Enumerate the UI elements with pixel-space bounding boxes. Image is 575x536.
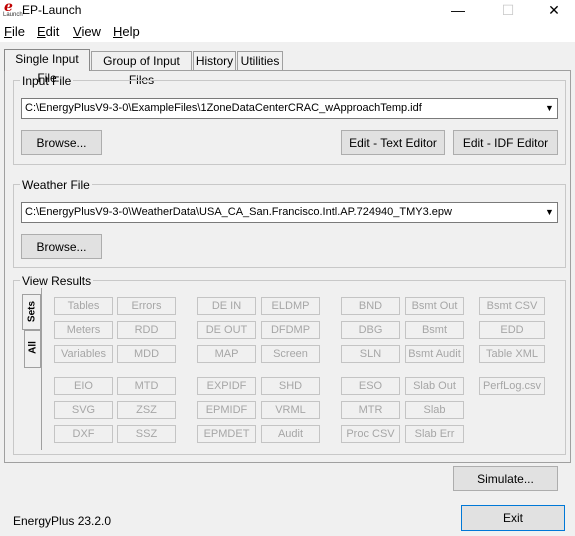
mtd-button[interactable]: MTD: [117, 377, 176, 395]
expidf-button[interactable]: EXPIDF: [197, 377, 256, 395]
tab-single-input-file[interactable]: Single Input File: [4, 49, 90, 85]
epmidf-button[interactable]: EPMIDF: [197, 401, 256, 419]
tab-utilities[interactable]: Utilities: [237, 51, 283, 70]
edit-text-editor-button[interactable]: Edit - Text Editor: [341, 130, 445, 155]
input-file-path: C:\EnergyPlusV9-3-0\ExampleFiles\1ZoneDa…: [25, 102, 422, 114]
bsmt-csv-button[interactable]: Bsmt CSV: [479, 297, 545, 315]
slab-button[interactable]: Slab: [405, 401, 464, 419]
bsmt-audit-button[interactable]: Bsmt Audit: [405, 345, 464, 363]
input-file-combo[interactable]: C:\EnergyPlusV9-3-0\ExampleFiles\1ZoneDa…: [21, 98, 558, 119]
de-out-button[interactable]: DE OUT: [197, 321, 256, 339]
window-title: EP-Launch: [22, 3, 82, 17]
eldmp-button[interactable]: ELDMP: [261, 297, 320, 315]
exit-button[interactable]: Exit: [461, 505, 565, 531]
bsmt-button[interactable]: Bsmt: [405, 321, 464, 339]
slab-err-button[interactable]: Slab Err: [405, 425, 464, 443]
maximize-icon: ☐: [501, 2, 515, 18]
ssz-button[interactable]: SSZ: [117, 425, 176, 443]
table-xml-button[interactable]: Table XML: [479, 345, 545, 363]
simulate-button[interactable]: Simulate...: [453, 466, 558, 491]
map-button[interactable]: MAP: [197, 345, 256, 363]
edd-button[interactable]: EDD: [479, 321, 545, 339]
screen-button[interactable]: Screen: [261, 345, 320, 363]
menu-help[interactable]: Help: [113, 24, 140, 39]
tab-history[interactable]: History: [193, 51, 236, 70]
bsmt-out-button[interactable]: Bsmt Out: [405, 297, 464, 315]
dbg-button[interactable]: DBG: [341, 321, 400, 339]
rdd-button[interactable]: RDD: [117, 321, 176, 339]
variables-button[interactable]: Variables: [54, 345, 113, 363]
dxf-button[interactable]: DXF: [54, 425, 113, 443]
proc-csv-button[interactable]: Proc CSV: [341, 425, 400, 443]
version-label: EnergyPlus 23.2.0: [13, 514, 112, 528]
de-in-button[interactable]: DE IN: [197, 297, 256, 315]
errors-button[interactable]: Errors: [117, 297, 176, 315]
close-icon[interactable]: ✕: [531, 0, 575, 22]
menu-view[interactable]: View: [73, 24, 101, 39]
perflog-csv-button[interactable]: PerfLog.csv: [479, 377, 545, 395]
side-tab-all[interactable]: All: [24, 330, 41, 368]
tables-button[interactable]: Tables: [54, 297, 113, 315]
slab-out-button[interactable]: Slab Out: [405, 377, 464, 395]
ep-launch-app-icon: e Launch: [3, 0, 23, 18]
chevron-down-icon[interactable]: ▼: [542, 203, 557, 222]
meters-button[interactable]: Meters: [54, 321, 113, 339]
weather-file-title: Weather File: [20, 178, 92, 192]
menu-file[interactable]: File: [4, 24, 25, 39]
mdd-button[interactable]: MDD: [117, 345, 176, 363]
mtr-button[interactable]: MTR: [341, 401, 400, 419]
side-tab-divider: [41, 288, 42, 450]
weather-file-path: C:\EnergyPlusV9-3-0\WeatherData\USA_CA_S…: [25, 206, 452, 218]
side-tab-sets[interactable]: Sets: [22, 294, 41, 330]
edit-idf-editor-button[interactable]: Edit - IDF Editor: [453, 130, 558, 155]
tab-group-of-input-files[interactable]: Group of Input Files: [91, 51, 192, 87]
vrml-button[interactable]: VRML: [261, 401, 320, 419]
eio-button[interactable]: EIO: [54, 377, 113, 395]
minimize-icon[interactable]: —: [435, 0, 481, 22]
svg-button[interactable]: SVG: [54, 401, 113, 419]
eso-button[interactable]: ESO: [341, 377, 400, 395]
dfdmp-button[interactable]: DFDMP: [261, 321, 320, 339]
weather-browse-button[interactable]: Browse...: [21, 234, 102, 259]
input-browse-button[interactable]: Browse...: [21, 130, 102, 155]
weather-file-combo[interactable]: C:\EnergyPlusV9-3-0\WeatherData\USA_CA_S…: [21, 202, 558, 223]
audit-button[interactable]: Audit: [261, 425, 320, 443]
zsz-button[interactable]: ZSZ: [117, 401, 176, 419]
view-results-title: View Results: [20, 274, 94, 288]
epmdet-button[interactable]: EPMDET: [197, 425, 256, 443]
chevron-down-icon[interactable]: ▼: [542, 99, 557, 118]
menu-edit[interactable]: Edit: [37, 24, 59, 39]
shd-button[interactable]: SHD: [261, 377, 320, 395]
sln-button[interactable]: SLN: [341, 345, 400, 363]
bnd-button[interactable]: BND: [341, 297, 400, 315]
